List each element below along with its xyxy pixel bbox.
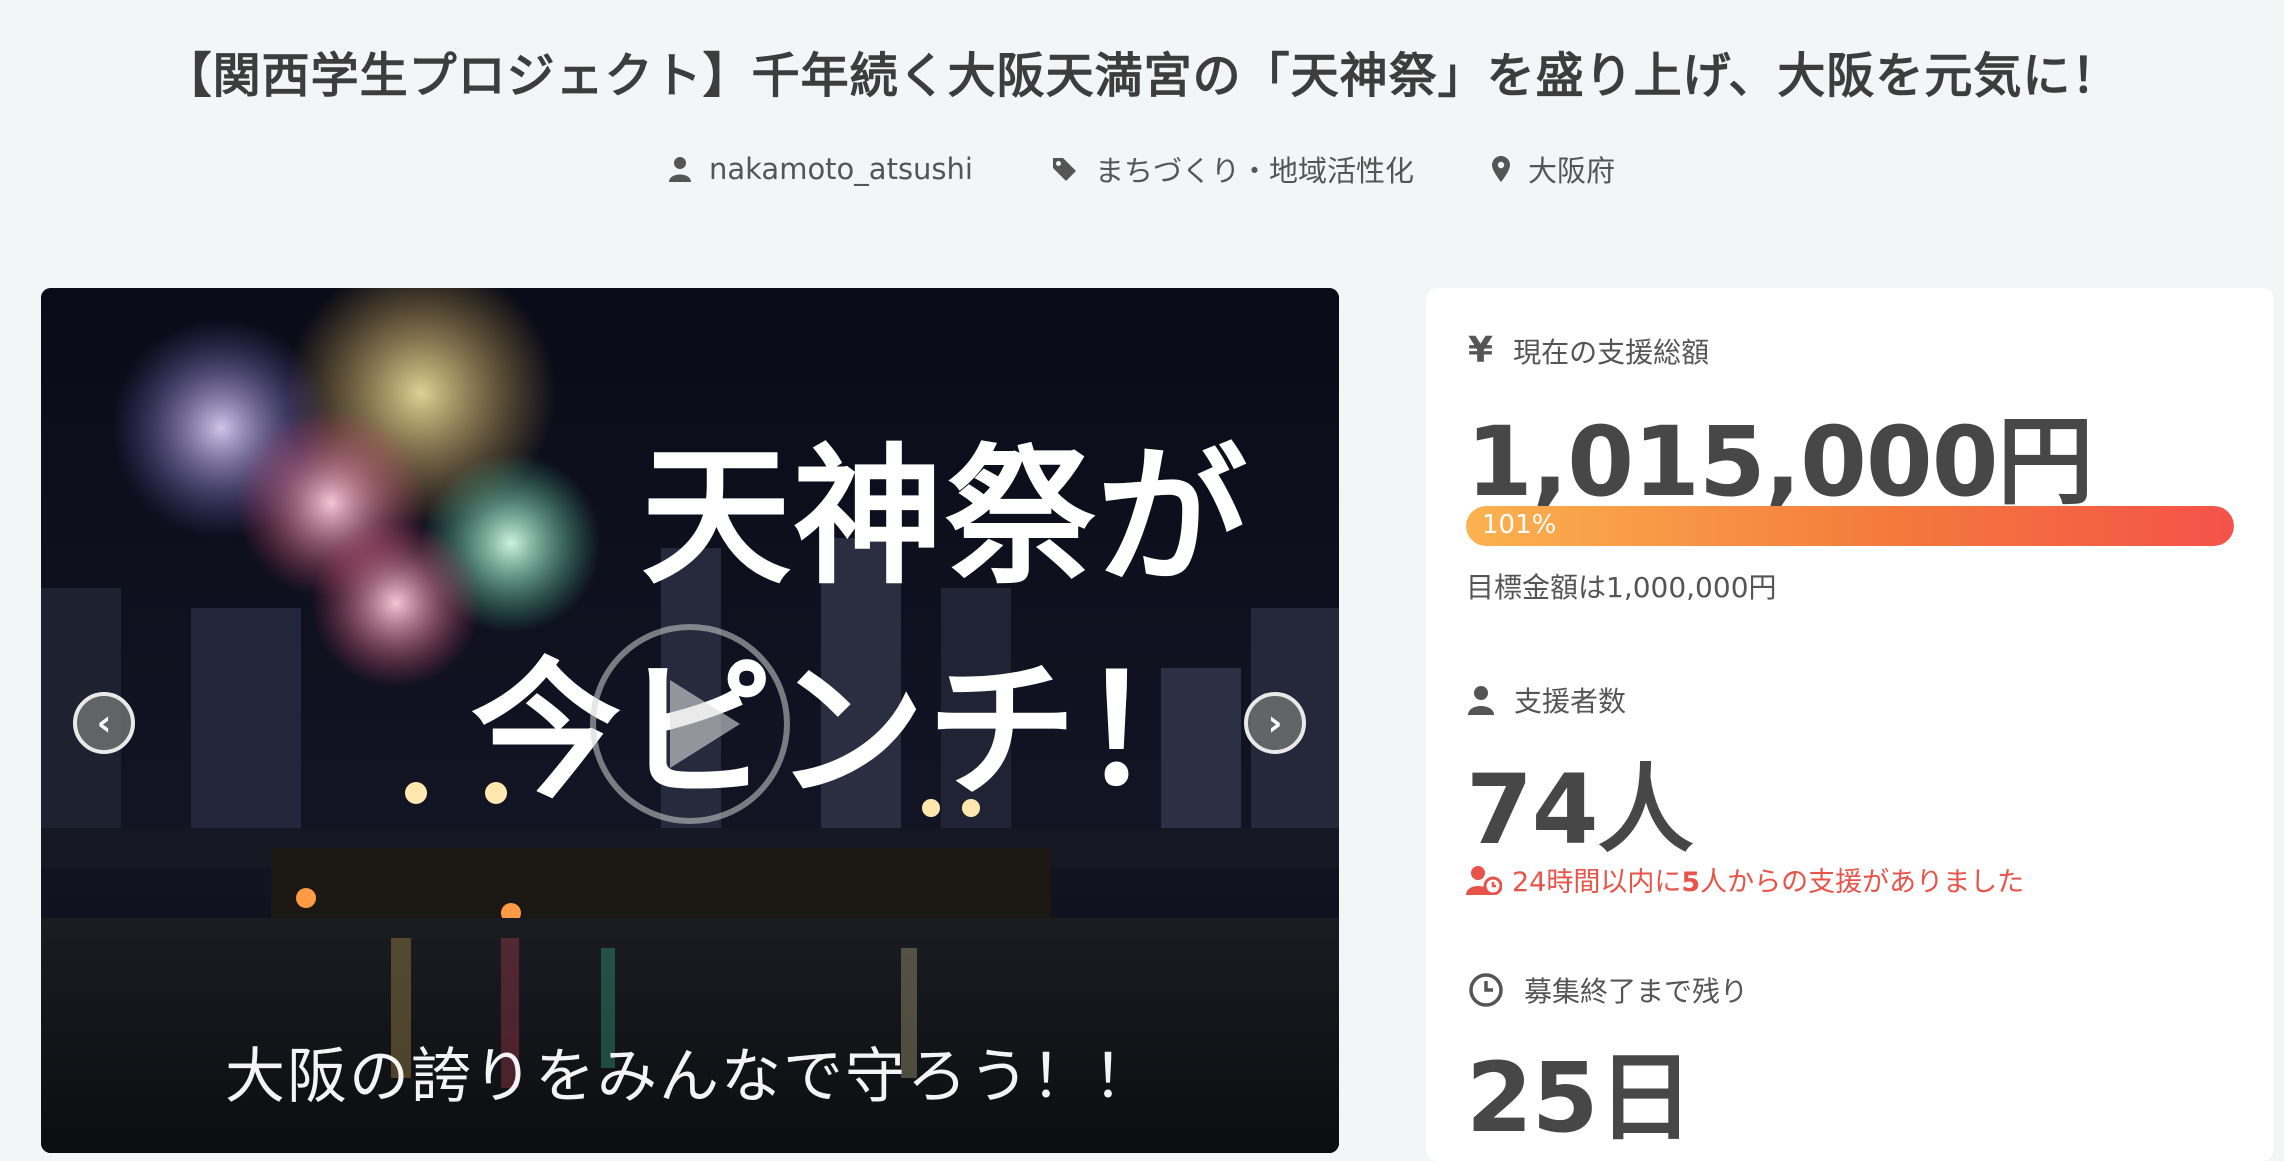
recent-support-notice: 24時間以内に5人からの支援がありました <box>1466 860 2024 899</box>
author-link[interactable]: nakamoto_atsushi <box>668 148 973 190</box>
total-amount-value: 1,015,000円 <box>1466 406 2094 518</box>
slide-headline-line1: 天神祭が <box>641 431 1250 605</box>
user-icon <box>1468 686 1494 715</box>
remaining-label: 募集終了まで残り <box>1468 970 1748 1010</box>
clock-icon <box>1469 973 1503 1007</box>
chevron-right-icon: › <box>1267 702 1283 744</box>
progress-fill <box>1466 506 2234 546</box>
page-title: 【関西学生プロジェクト】千年続く大阪天満宮の「天神祭」を盛り上げ、大阪を元気に！ <box>163 48 2121 104</box>
chevron-left-icon: ‹ <box>96 702 112 744</box>
funding-progress-bar: 101% <box>1466 506 2234 546</box>
user-clock-icon <box>1466 865 1502 895</box>
funding-stats-panel: ¥ 現在の支援総額 1,015,000円 101% 目標金額は1,000,000… <box>1426 288 2274 1161</box>
category-name: まちづくり・地域活性化 <box>1094 154 1414 188</box>
carousel-next-button[interactable]: › <box>1244 692 1306 754</box>
yen-icon: ¥ <box>1468 330 1494 371</box>
slide-headline-line2: 今ピンチ！ <box>471 645 1232 819</box>
supporters-count: 74人 <box>1466 754 1694 866</box>
user-icon <box>668 157 691 182</box>
project-media-carousel[interactable]: 天神祭が 今ピンチ！ 大阪の誇りをみんなで守ろう！！ ‹ › <box>41 288 1339 1153</box>
project-meta: nakamoto_atsushi まちづくり・地域活性化 大阪府 <box>0 148 2284 190</box>
carousel-prev-button[interactable]: ‹ <box>73 692 135 754</box>
category-link[interactable]: まちづくり・地域活性化 <box>1051 148 1414 190</box>
location-name: 大阪府 <box>1528 154 1616 188</box>
map-pin-icon <box>1492 156 1510 182</box>
remaining-days: 25日 <box>1466 1042 1694 1154</box>
progress-percent: 101% <box>1482 510 1557 540</box>
author-name: nakamoto_atsushi <box>708 152 973 186</box>
play-video-button[interactable] <box>590 624 790 824</box>
goal-amount: 目標金額は1,000,000円 <box>1466 571 1777 604</box>
total-amount-label: ¥ 現在の支援総額 <box>1468 330 1710 371</box>
supporters-label: 支援者数 <box>1468 680 1626 720</box>
slide-subtitle: 大阪の誇りをみんなで守ろう！！ <box>225 1042 1155 1112</box>
tag-icon <box>1052 158 1076 181</box>
location-link[interactable]: 大阪府 <box>1492 148 1615 190</box>
